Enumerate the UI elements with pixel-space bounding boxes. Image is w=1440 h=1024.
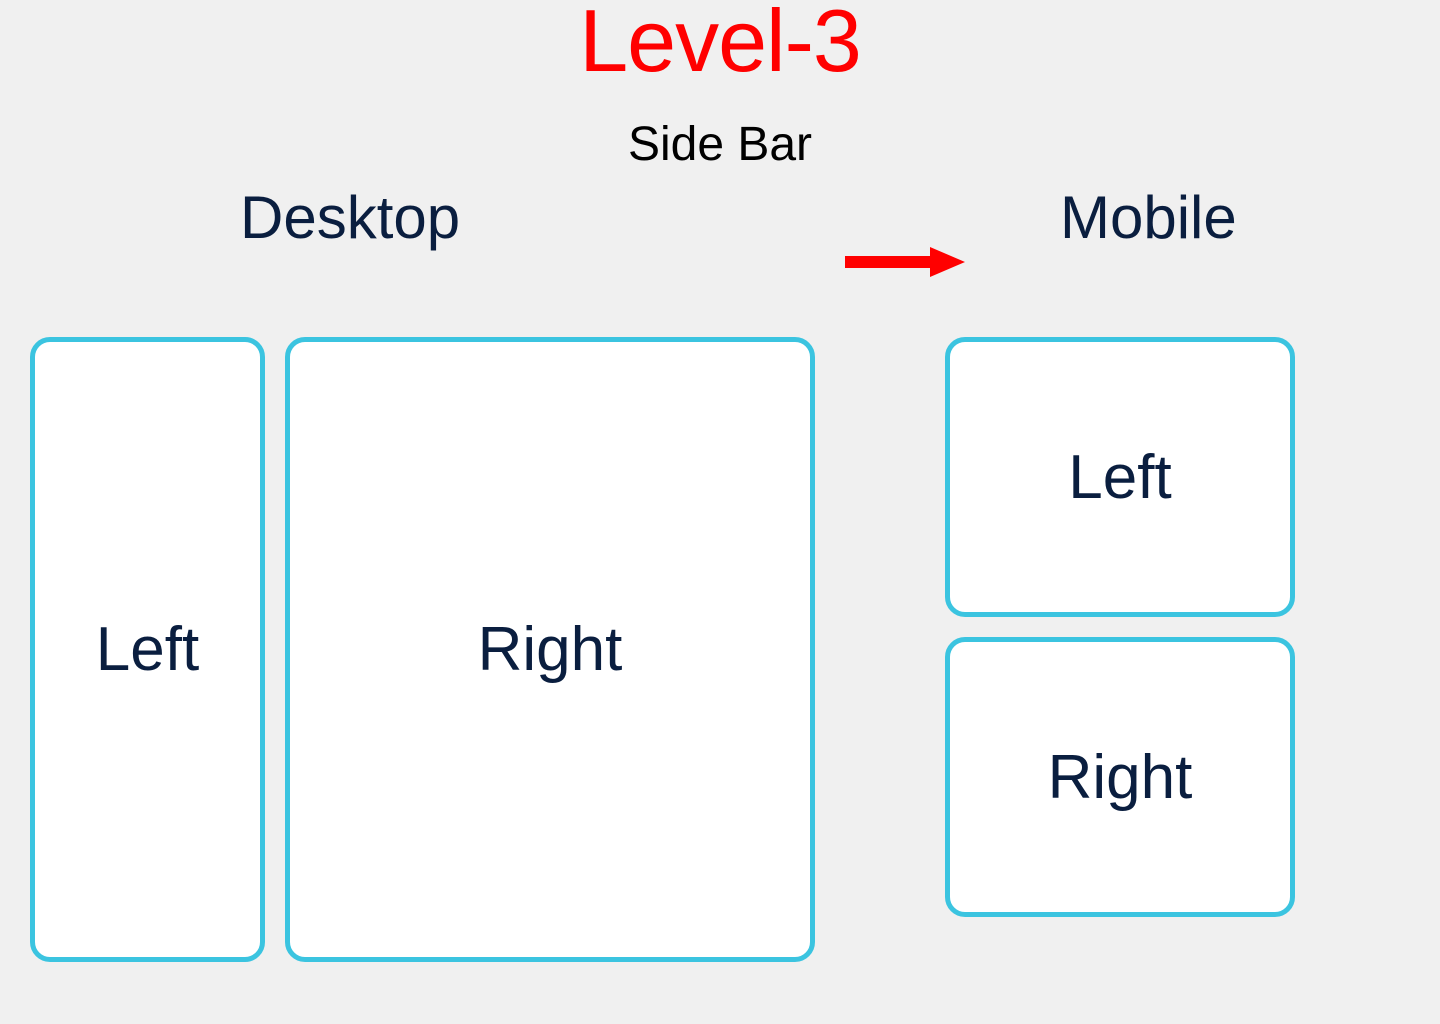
desktop-left-box: Left <box>30 337 265 962</box>
desktop-right-box: Right <box>285 337 815 962</box>
mobile-layout: Left Right <box>945 337 1295 917</box>
mobile-left-box: Left <box>945 337 1295 617</box>
mobile-right-box: Right <box>945 637 1295 917</box>
diagram-container: Level-3 Side Bar Desktop Mobile Left Rig… <box>0 0 1440 1024</box>
arrow-icon <box>840 242 970 287</box>
mobile-label: Mobile <box>1060 183 1237 252</box>
subtitle: Side Bar <box>628 117 812 172</box>
level-title: Level-3 <box>579 0 861 92</box>
desktop-label: Desktop <box>240 183 460 252</box>
desktop-layout: Left Right <box>30 337 815 962</box>
